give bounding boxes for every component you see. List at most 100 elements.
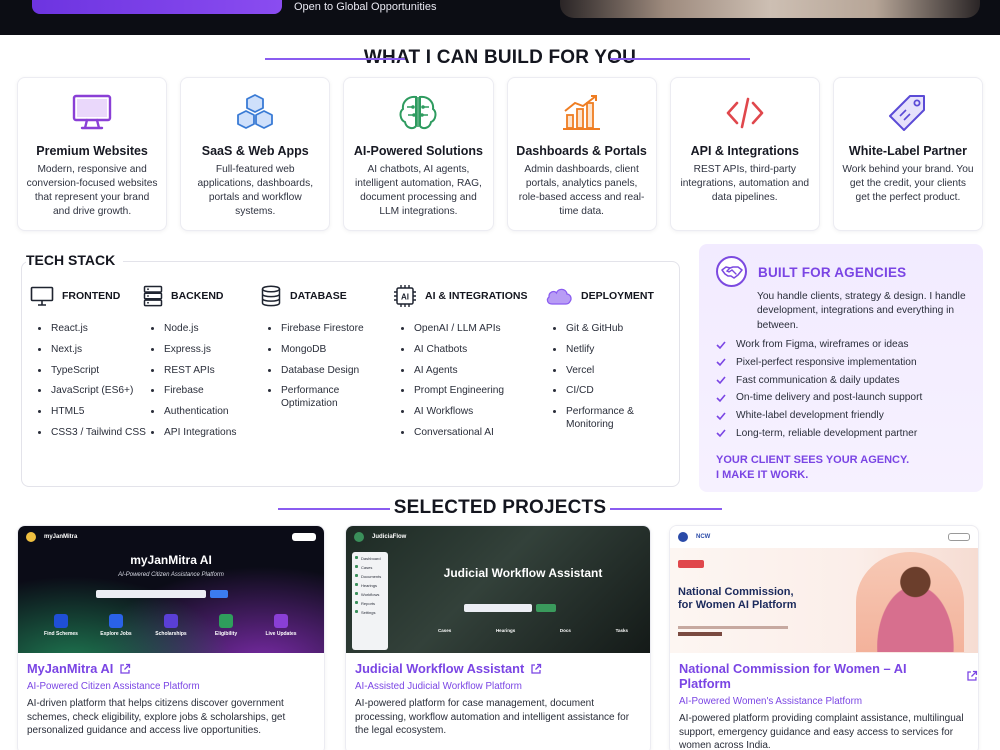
service-card-white-label[interactable]: White-Label Partner Work behind your bra… xyxy=(832,77,984,231)
tile-icon xyxy=(274,614,288,628)
service-title: White-Label Partner xyxy=(848,144,967,158)
tech-column-title: BACKEND xyxy=(171,290,224,302)
tile-icon xyxy=(54,614,68,628)
sidebar-item: Hearings xyxy=(355,583,388,588)
handshake-icon xyxy=(716,256,747,287)
list-item: Node.js xyxy=(143,322,237,335)
screenshot-tile: Scholarships xyxy=(148,614,194,637)
server-icon xyxy=(143,285,163,307)
screenshot-search xyxy=(96,590,206,598)
list-item: Express.js xyxy=(143,343,237,356)
service-title: SaaS & Web Apps xyxy=(201,144,309,158)
list-item: CI/CD xyxy=(545,384,654,397)
check-icon xyxy=(716,340,726,349)
screenshot-sidebar: Dashboard Cases Documents Hearings Workf… xyxy=(352,552,388,650)
list-item: Long-term, reliable development partner xyxy=(716,427,922,440)
project-card-judicial[interactable]: JudiciaFlow Dashboard Cases Documents He… xyxy=(345,525,651,750)
project-title-text: MyJanMitra AI xyxy=(27,661,114,676)
screenshot-nav: myJanMitra xyxy=(18,526,324,548)
bar-chart-icon xyxy=(562,95,600,130)
check-icon xyxy=(716,358,726,367)
tech-column-backend: BACKEND Node.js Express.js REST APIs Fir… xyxy=(143,284,237,447)
service-card-saas[interactable]: SaaS & Web Apps Full-featured web applic… xyxy=(180,77,331,231)
svg-text:AI: AI xyxy=(401,293,409,302)
tile-label: Explore Jobs xyxy=(100,631,132,637)
project-screenshot: myJanMitra myJanMitra AI AI-Powered Citi… xyxy=(18,526,324,653)
screenshot-tile: Live Updates xyxy=(258,614,304,637)
list-item: Firebase xyxy=(143,384,237,397)
database-icon xyxy=(261,285,281,307)
service-desc: Full-featured web applications, dashboar… xyxy=(197,164,314,217)
screenshot-nav: NCW xyxy=(670,526,978,548)
service-card-api[interactable]: API & Integrations REST APIs, third-part… xyxy=(669,77,820,231)
project-subtitle: AI-Assisted Judicial Workflow Platform xyxy=(355,681,522,692)
agency-point: Long-term, reliable development partner xyxy=(736,427,918,439)
check-icon xyxy=(716,429,726,438)
project-screenshot: NCW National Commission, for Women AI Pl… xyxy=(670,526,978,653)
service-title: API & Integrations xyxy=(690,144,799,158)
external-link-icon[interactable] xyxy=(966,670,978,682)
screenshot-tile: Eligibility xyxy=(203,614,249,637)
project-subtitle: AI-Powered Citizen Assistance Platform xyxy=(27,681,200,692)
list-item: Conversational AI xyxy=(393,426,527,439)
list-item: Firebase Firestore xyxy=(260,322,364,335)
external-link-icon[interactable] xyxy=(530,663,542,675)
tech-column-title: DEPLOYMENT xyxy=(581,290,654,302)
project-title[interactable]: National Commission for Women – AI Platf… xyxy=(679,661,978,691)
list-item: Work from Figma, wireframes or ideas xyxy=(716,338,922,351)
check-icon xyxy=(716,394,726,403)
list-item: HTML5 xyxy=(30,405,146,418)
project-card-myjanmitra[interactable]: myJanMitra myJanMitra AI AI-Powered Citi… xyxy=(17,525,325,750)
list-item: CSS3 / Tailwind CSS xyxy=(30,426,146,439)
project-title-text: Judicial Workflow Assistant xyxy=(355,661,525,676)
service-card-dashboards[interactable]: Dashboards & Portals Admin dashboards, c… xyxy=(506,77,657,231)
sidebar-item: Settings xyxy=(355,610,388,615)
stat-label: Hearings xyxy=(495,628,516,633)
agency-title: BUILT FOR AGENCIES xyxy=(758,265,907,280)
brain-icon xyxy=(399,95,437,130)
screenshot-tiles: Find Schemes Explore Jobs Scholarships E… xyxy=(38,614,304,637)
service-card-ai[interactable]: AI-Powered Solutions AI chatbots, AI age… xyxy=(343,77,494,231)
project-title[interactable]: Judicial Workflow Assistant xyxy=(355,661,650,676)
tech-column-title: AI & INTEGRATIONS xyxy=(425,290,528,302)
screenshot-search xyxy=(464,604,532,612)
list-item: Netlify xyxy=(545,343,654,356)
hero-cta-button[interactable] xyxy=(32,0,282,14)
tile-icon xyxy=(164,614,178,628)
sidebar-item: Workflows xyxy=(355,592,388,597)
service-desc: REST APIs, third-party integrations, aut… xyxy=(680,164,810,203)
tech-column-frontend: FRONTEND React.js Next.js TypeScript Jav… xyxy=(30,284,146,447)
list-item: Database Design xyxy=(260,364,364,377)
list-item: REST APIs xyxy=(143,364,237,377)
agency-point: On-time delivery and post-launch support xyxy=(736,392,923,404)
service-title: Premium Websites xyxy=(36,144,148,158)
hero-strip: Open to Global Opportunities xyxy=(0,0,1000,35)
projects-heading: SELECTED PROJECTS xyxy=(393,497,607,518)
list-item: White-label development friendly xyxy=(716,409,922,422)
list-item: Performance Optimization xyxy=(260,384,350,410)
heading-rule-right xyxy=(610,58,750,60)
external-link-icon[interactable] xyxy=(119,663,131,675)
tech-column-deployment: DEPLOYMENT Git & GitHub Netlify Vercel C… xyxy=(545,284,654,439)
agency-point: White-label development friendly xyxy=(736,410,884,422)
list-item: Performance & Monitoring xyxy=(545,405,640,431)
tile-label: Live Updates xyxy=(265,631,297,637)
logo-icon xyxy=(26,532,36,542)
services-grid: Premium Websites Modern, responsive and … xyxy=(17,77,984,231)
screenshot-nav-button xyxy=(292,533,316,541)
tech-column-title: FRONTEND xyxy=(62,290,121,302)
list-item: API Integrations xyxy=(143,426,237,439)
project-screenshot: JudiciaFlow Dashboard Cases Documents He… xyxy=(346,526,650,653)
service-card-websites[interactable]: Premium Websites Modern, responsive and … xyxy=(17,77,168,231)
project-title[interactable]: MyJanMitra AI xyxy=(27,661,324,676)
list-item: AI Chatbots xyxy=(393,343,527,356)
screenshot-brand: JudiciaFlow xyxy=(372,534,407,540)
tech-column-database: DATABASE Firebase Firestore MongoDB Data… xyxy=(260,284,364,418)
stat-label: Tasks xyxy=(615,628,628,633)
tile-label: Eligibility xyxy=(214,631,238,637)
tag-icon xyxy=(888,95,925,131)
project-title-text: National Commission for Women – AI Platf… xyxy=(679,661,907,691)
project-card-ncw[interactable]: NCW National Commission, for Women AI Pl… xyxy=(669,525,979,750)
list-item: AI Workflows xyxy=(393,405,527,418)
list-item: Pixel-perfect responsive implementation xyxy=(716,356,922,369)
